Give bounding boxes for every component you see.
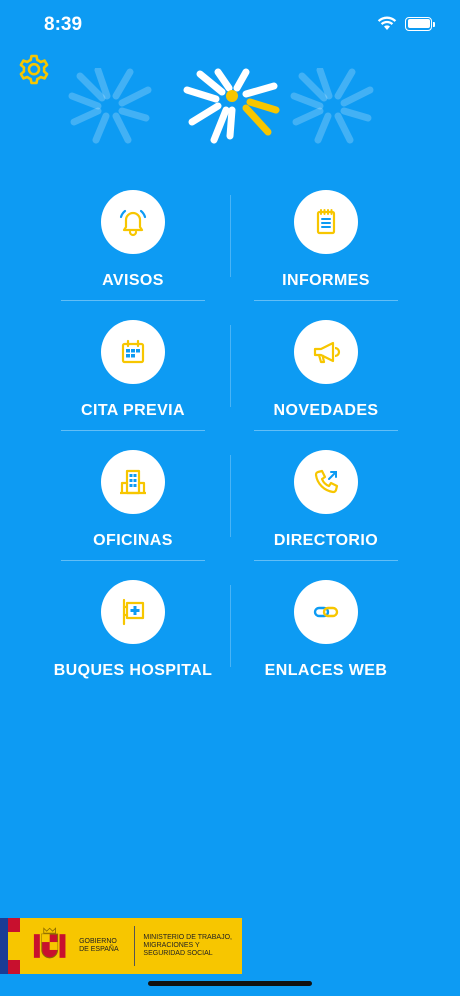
government-footer: GOBIERNO DE ESPAÑA MINISTERIO DE TRABAJO… bbox=[0, 918, 242, 974]
bell-icon bbox=[119, 209, 147, 237]
menu-item-label: AVISOS bbox=[102, 272, 164, 289]
calendar-icon bbox=[121, 339, 145, 364]
icon-circle bbox=[294, 450, 358, 514]
phone-icon bbox=[314, 469, 339, 494]
menu-item-oficinas[interactable]: OFICINAS bbox=[61, 445, 205, 561]
ministerio-label: MINISTERIO DE TRABAJO, MIGRACIONES Y SEG… bbox=[143, 934, 232, 957]
status-time: 8:39 bbox=[44, 14, 83, 35]
tile-underline bbox=[254, 430, 398, 431]
tile-underline bbox=[61, 430, 205, 431]
icon-circle bbox=[294, 320, 358, 384]
icon-circle bbox=[294, 580, 358, 644]
tile-underline bbox=[254, 300, 398, 301]
menu-item-buques-hospital[interactable]: BUQUES HOSPITAL bbox=[54, 575, 212, 691]
megaphone-icon bbox=[313, 341, 341, 364]
menu-item-novedades[interactable]: NOVEDADES bbox=[254, 315, 398, 431]
menu-item-label: NOVEDADES bbox=[273, 402, 379, 419]
menu-item-label: DIRECTORIO bbox=[273, 532, 379, 549]
menu-item-avisos[interactable]: AVISOS bbox=[61, 185, 205, 301]
hospital-flag-icon bbox=[122, 598, 145, 626]
gobierno-label: GOBIERNO DE ESPAÑA bbox=[79, 938, 119, 953]
menu-item-enlaces-web[interactable]: ENLACES WEB bbox=[254, 575, 398, 691]
menu-item-label: CITA PREVIA bbox=[81, 402, 185, 419]
app-logo bbox=[60, 66, 380, 148]
tile-underline bbox=[254, 560, 398, 561]
status-icons bbox=[377, 16, 435, 31]
column-divider bbox=[230, 455, 231, 537]
menu-item-informes[interactable]: INFORMES bbox=[254, 185, 398, 301]
settings-button[interactable] bbox=[15, 52, 53, 90]
icon-circle bbox=[101, 320, 165, 384]
footer-separator bbox=[134, 926, 136, 966]
menu-item-label: OFICINAS bbox=[93, 532, 173, 549]
column-divider bbox=[230, 325, 231, 407]
gear-icon bbox=[19, 54, 49, 85]
coat-of-arms-icon bbox=[33, 927, 66, 959]
icon-circle bbox=[101, 450, 165, 514]
wifi-icon bbox=[377, 16, 397, 31]
icon-circle bbox=[101, 580, 165, 644]
icon-circle bbox=[294, 190, 358, 254]
notepad-icon bbox=[316, 209, 336, 235]
link-icon bbox=[313, 606, 339, 618]
building-icon bbox=[120, 469, 146, 495]
home-indicator[interactable] bbox=[148, 981, 312, 986]
tile-underline bbox=[61, 300, 205, 301]
tile-underline bbox=[61, 560, 205, 561]
battery-icon bbox=[405, 16, 435, 31]
menu-item-label: ENLACES WEB bbox=[264, 662, 388, 679]
column-divider bbox=[230, 585, 231, 667]
icon-circle bbox=[101, 190, 165, 254]
column-divider bbox=[230, 195, 231, 277]
spain-flag-strip bbox=[0, 918, 20, 974]
menu-item-cita-previa[interactable]: CITA PREVIA bbox=[61, 315, 205, 431]
menu-item-label: INFORMES bbox=[282, 272, 370, 289]
status-bar: 8:39 bbox=[0, 0, 460, 50]
menu-item-label: BUQUES HOSPITAL bbox=[53, 662, 213, 679]
menu-item-directorio[interactable]: DIRECTORIO bbox=[254, 445, 398, 561]
